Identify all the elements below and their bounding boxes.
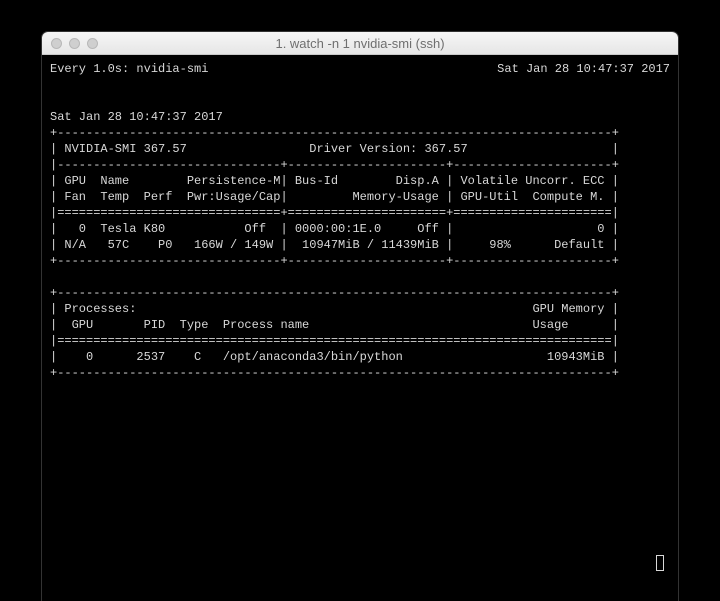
window-title: 1. watch -n 1 nvidia-smi (ssh)	[42, 36, 678, 51]
smi-rule: +---------------------------------------…	[50, 286, 619, 300]
close-icon[interactable]	[51, 38, 62, 49]
smi-rule: |===============================+=======…	[50, 206, 619, 220]
smi-rule: |-------------------------------+-------…	[50, 158, 619, 172]
watch-clock: Sat Jan 28 10:47:37 2017	[497, 61, 670, 77]
smi-proc-row: | 0 2537 C /opt/anaconda3/bin/python 109…	[50, 350, 619, 364]
smi-header: | Fan Temp Perf Pwr:Usage/Cap| Memory-Us…	[50, 190, 619, 204]
smi-proc-header: | GPU PID Type Process name Usage |	[50, 318, 619, 332]
smi-header: | GPU Name Persistence-M| Bus-Id Disp.A …	[50, 174, 619, 188]
smi-rule: +-------------------------------+-------…	[50, 254, 619, 268]
terminal-cursor	[656, 555, 664, 571]
smi-timestamp: Sat Jan 28 10:47:37 2017	[50, 110, 223, 124]
smi-rule: +---------------------------------------…	[50, 366, 619, 380]
smi-rule: |=======================================…	[50, 334, 619, 348]
smi-version-line: | NVIDIA-SMI 367.57 Driver Version: 367.…	[50, 142, 619, 156]
window-controls	[42, 38, 98, 49]
smi-rule: +---------------------------------------…	[50, 126, 619, 140]
titlebar[interactable]: 1. watch -n 1 nvidia-smi (ssh)	[42, 32, 678, 55]
watch-header: Every 1.0s: nvidia-smi Sat Jan 28 10:47:3…	[50, 61, 670, 77]
smi-gpu-row: | 0 Tesla K80 Off | 0000:00:1E.0 Off | 0…	[50, 222, 619, 236]
terminal-window: 1. watch -n 1 nvidia-smi (ssh) Every 1.0…	[42, 32, 678, 601]
smi-proc-header: | Processes: GPU Memory |	[50, 302, 619, 316]
smi-gpu-row: | N/A 57C P0 166W / 149W | 10947MiB / 11…	[50, 238, 619, 252]
minimize-icon[interactable]	[69, 38, 80, 49]
terminal-output[interactable]: Every 1.0s: nvidia-smi Sat Jan 28 10:47:3…	[42, 55, 678, 601]
zoom-icon[interactable]	[87, 38, 98, 49]
watch-interval: Every 1.0s: nvidia-smi	[50, 61, 208, 77]
